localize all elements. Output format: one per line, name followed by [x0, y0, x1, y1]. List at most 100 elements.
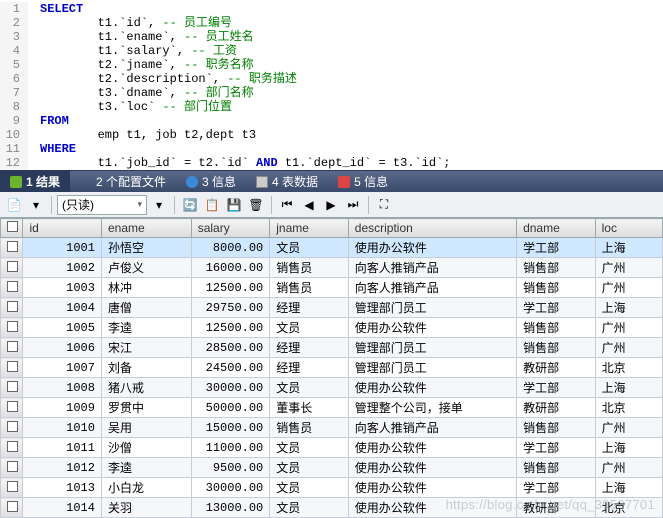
- table-row[interactable]: 1011沙僧11000.00文员使用办公软件学工部上海: [1, 438, 663, 458]
- tab-2个配置文件[interactable]: 2 个配置文件: [70, 171, 176, 192]
- cell-loc[interactable]: 上海: [595, 378, 662, 398]
- cell-jname[interactable]: 董事长: [270, 398, 349, 418]
- cell-ename[interactable]: 刘备: [101, 358, 191, 378]
- cell-description[interactable]: 向客人推销产品: [348, 258, 516, 278]
- row-checkbox[interactable]: [7, 281, 18, 292]
- cell-salary[interactable]: 29750.00: [191, 298, 270, 318]
- table-row[interactable]: 1002卢俊义16000.00销售员向客人推销产品销售部广州: [1, 258, 663, 278]
- cell-salary[interactable]: 16000.00: [191, 258, 270, 278]
- cell-loc[interactable]: 广州: [595, 338, 662, 358]
- row-checkbox[interactable]: [7, 401, 18, 412]
- mode-combo[interactable]: (只读): [57, 195, 147, 215]
- cell-id[interactable]: 1012: [23, 458, 102, 478]
- cell-description[interactable]: 管理部门员工: [348, 338, 516, 358]
- cell-ename[interactable]: 小白龙: [101, 478, 191, 498]
- cell-id[interactable]: 1008: [23, 378, 102, 398]
- cell-jname[interactable]: 文员: [270, 438, 349, 458]
- row-checkbox[interactable]: [7, 321, 18, 332]
- row-checkbox[interactable]: [7, 481, 18, 492]
- cell-salary[interactable]: 24500.00: [191, 358, 270, 378]
- row-checkbox[interactable]: [7, 341, 18, 352]
- cell-jname[interactable]: 文员: [270, 458, 349, 478]
- delete-button[interactable]: 🗑: [246, 195, 266, 215]
- cell-loc[interactable]: 北京: [595, 398, 662, 418]
- export-button[interactable]: 📄: [4, 195, 24, 215]
- cell-salary[interactable]: 9500.00: [191, 458, 270, 478]
- cell-jname[interactable]: 经理: [270, 358, 349, 378]
- cell-description[interactable]: 向客人推销产品: [348, 278, 516, 298]
- table-row[interactable]: 1004唐僧29750.00经理管理部门员工学工部上海: [1, 298, 663, 318]
- col-checkbox[interactable]: [1, 219, 23, 238]
- cell-ename[interactable]: 沙僧: [101, 438, 191, 458]
- cell-ename[interactable]: 孙悟空: [101, 238, 191, 258]
- row-checkbox[interactable]: [7, 361, 18, 372]
- cell-ename[interactable]: 宋江: [101, 338, 191, 358]
- cell-ename[interactable]: 罗贯中: [101, 398, 191, 418]
- tab-5信息[interactable]: 5 信息: [328, 171, 398, 192]
- cell-dname[interactable]: 学工部: [517, 378, 596, 398]
- cell-salary[interactable]: 50000.00: [191, 398, 270, 418]
- row-checkbox[interactable]: [7, 241, 18, 252]
- cell-id[interactable]: 1009: [23, 398, 102, 418]
- cell-dname[interactable]: 教研部: [517, 398, 596, 418]
- cell-salary[interactable]: 12500.00: [191, 318, 270, 338]
- cell-loc[interactable]: 上海: [595, 298, 662, 318]
- refresh-button[interactable]: 🔄: [180, 195, 200, 215]
- cell-dname[interactable]: 销售部: [517, 278, 596, 298]
- last-button[interactable]: ⏭: [343, 195, 363, 215]
- cell-dname[interactable]: 学工部: [517, 238, 596, 258]
- cell-ename[interactable]: 唐僧: [101, 298, 191, 318]
- col-description[interactable]: description: [348, 219, 516, 238]
- cell-ename[interactable]: 关羽: [101, 498, 191, 518]
- col-loc[interactable]: loc: [595, 219, 662, 238]
- cell-dname[interactable]: 销售部: [517, 338, 596, 358]
- sql-editor[interactable]: 1SELECT2 t1.`id`, -- 员工编号3 t1.`ename`, -…: [0, 0, 663, 170]
- cell-dname[interactable]: 销售部: [517, 418, 596, 438]
- dropdown-button[interactable]: ▾: [26, 195, 46, 215]
- cell-loc[interactable]: 广州: [595, 458, 662, 478]
- row-checkbox[interactable]: [7, 441, 18, 452]
- cell-salary[interactable]: 12500.00: [191, 278, 270, 298]
- cell-dname[interactable]: 教研部: [517, 358, 596, 378]
- table-row[interactable]: 1014关羽13000.00文员使用办公软件教研部北京: [1, 498, 663, 518]
- cell-dname[interactable]: 教研部: [517, 498, 596, 518]
- cell-id[interactable]: 1010: [23, 418, 102, 438]
- cell-jname[interactable]: 文员: [270, 238, 349, 258]
- cell-description[interactable]: 使用办公软件: [348, 238, 516, 258]
- row-checkbox[interactable]: [7, 261, 18, 272]
- cell-loc[interactable]: 广州: [595, 418, 662, 438]
- cell-salary[interactable]: 8000.00: [191, 238, 270, 258]
- cell-id[interactable]: 1003: [23, 278, 102, 298]
- cell-salary[interactable]: 30000.00: [191, 478, 270, 498]
- cell-dname[interactable]: 销售部: [517, 318, 596, 338]
- cell-description[interactable]: 管理部门员工: [348, 358, 516, 378]
- cell-dname[interactable]: 销售部: [517, 258, 596, 278]
- cell-ename[interactable]: 吴用: [101, 418, 191, 438]
- col-dname[interactable]: dname: [517, 219, 596, 238]
- row-checkbox[interactable]: [7, 301, 18, 312]
- cell-ename[interactable]: 李逵: [101, 458, 191, 478]
- cell-salary[interactable]: 13000.00: [191, 498, 270, 518]
- cell-loc[interactable]: 上海: [595, 438, 662, 458]
- cell-jname[interactable]: 文员: [270, 498, 349, 518]
- cell-jname[interactable]: 文员: [270, 478, 349, 498]
- cell-loc[interactable]: 广州: [595, 258, 662, 278]
- first-button[interactable]: ⏮: [277, 195, 297, 215]
- cell-jname[interactable]: 文员: [270, 378, 349, 398]
- cell-loc[interactable]: 上海: [595, 238, 662, 258]
- cell-id[interactable]: 1007: [23, 358, 102, 378]
- table-row[interactable]: 1012李逵9500.00文员使用办公软件销售部广州: [1, 458, 663, 478]
- col-jname[interactable]: jname: [270, 219, 349, 238]
- combo-expand-button[interactable]: ▾: [149, 195, 169, 215]
- cell-description[interactable]: 使用办公软件: [348, 458, 516, 478]
- row-checkbox[interactable]: [7, 381, 18, 392]
- cell-description[interactable]: 管理整个公司，接单: [348, 398, 516, 418]
- cell-id[interactable]: 1002: [23, 258, 102, 278]
- cell-id[interactable]: 1011: [23, 438, 102, 458]
- cell-id[interactable]: 1005: [23, 318, 102, 338]
- cell-jname[interactable]: 销售员: [270, 258, 349, 278]
- cell-description[interactable]: 使用办公软件: [348, 378, 516, 398]
- cell-salary[interactable]: 30000.00: [191, 378, 270, 398]
- table-row[interactable]: 1013小白龙30000.00文员使用办公软件学工部上海: [1, 478, 663, 498]
- cell-loc[interactable]: 广州: [595, 278, 662, 298]
